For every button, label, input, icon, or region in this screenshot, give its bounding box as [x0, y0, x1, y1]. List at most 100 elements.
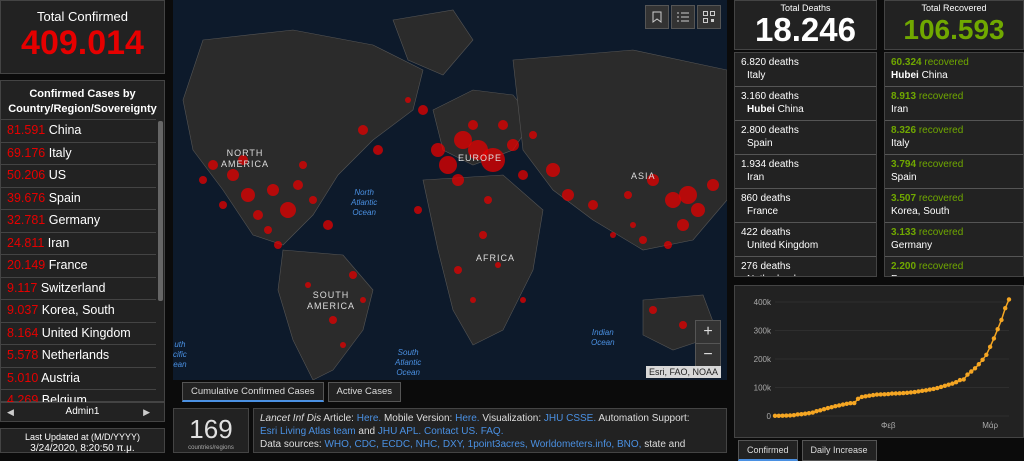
chart-point[interactable] — [776, 413, 781, 419]
chart-point[interactable] — [863, 394, 868, 399]
deaths-item[interactable]: 2.800 deaths Spain — [735, 121, 876, 155]
case-bubble[interactable] — [454, 266, 462, 274]
chart-point[interactable] — [1003, 306, 1008, 311]
case-bubble[interactable] — [274, 241, 282, 249]
recovered-item[interactable]: 3.133 recovered Germany — [885, 223, 1023, 257]
recovered-item[interactable]: 2.200 recovered France — [885, 257, 1023, 276]
chart-point[interactable] — [802, 411, 808, 416]
country-row[interactable]: 9.037 Korea, South — [1, 299, 156, 322]
chart-point[interactable] — [806, 410, 812, 416]
case-bubble[interactable] — [431, 143, 445, 157]
case-bubble[interactable] — [414, 206, 422, 214]
chart-point[interactable] — [833, 403, 838, 409]
chart-point[interactable] — [950, 381, 955, 386]
chart-point[interactable] — [961, 377, 966, 382]
zoom-out-button[interactable]: − — [696, 344, 720, 366]
chart-point[interactable] — [882, 392, 887, 397]
deaths-item[interactable]: 860 deaths France — [735, 189, 876, 223]
case-bubble[interactable] — [358, 125, 368, 135]
case-bubble[interactable] — [484, 196, 492, 204]
chart-point[interactable] — [829, 405, 834, 410]
chart-point[interactable] — [787, 413, 793, 418]
chart-point[interactable] — [893, 391, 898, 396]
bookmark-icon[interactable] — [645, 5, 669, 29]
case-bubble[interactable] — [264, 226, 272, 234]
case-bubble[interactable] — [630, 222, 636, 228]
case-bubble[interactable] — [267, 184, 279, 196]
chart-point[interactable] — [976, 362, 982, 367]
chart-point[interactable] — [844, 401, 849, 407]
case-bubble[interactable] — [479, 231, 487, 239]
chart-point[interactable] — [780, 413, 785, 418]
faq-link[interactable]: FAQ. — [481, 426, 504, 437]
case-bubble[interactable] — [624, 191, 632, 199]
chart-point[interactable] — [848, 401, 853, 406]
tab-cumulative-confirmed[interactable]: Cumulative Confirmed Cases — [182, 382, 324, 402]
case-bubble[interactable] — [470, 297, 476, 303]
case-bubble[interactable] — [360, 297, 366, 303]
qr-icon[interactable] — [697, 5, 721, 29]
chart-point[interactable] — [814, 409, 819, 414]
chart-point[interactable] — [904, 390, 910, 396]
esri-team-link[interactable]: Esri Living Atlas team — [260, 426, 356, 437]
country-row[interactable]: 8.164 United Kingdom — [1, 321, 156, 345]
contact-link[interactable]: Contact US. — [424, 426, 478, 437]
country-row[interactable]: 69.176 Italy — [1, 141, 156, 165]
recovered-item[interactable]: 60.324 recovered Hubei China — [885, 53, 1023, 87]
case-bubble[interactable] — [610, 232, 616, 238]
case-bubble[interactable] — [639, 236, 647, 244]
chart-point[interactable] — [897, 391, 902, 396]
chart-point[interactable] — [942, 383, 948, 389]
case-bubble[interactable] — [293, 180, 303, 190]
recovered-item[interactable]: 3.794 recovered Spain — [885, 155, 1023, 189]
country-row[interactable]: 5.578 Netherlands — [1, 344, 156, 367]
tab-daily-increase[interactable]: Daily Increase — [801, 440, 877, 461]
chart-point[interactable] — [991, 336, 997, 341]
chart-point[interactable] — [836, 403, 842, 408]
country-row[interactable]: 50.206 US — [1, 164, 156, 187]
case-bubble[interactable] — [280, 202, 296, 218]
case-bubble[interactable] — [309, 196, 317, 204]
recovered-item[interactable]: 8.326 recovered Italy — [885, 121, 1023, 155]
deaths-item[interactable]: 276 deaths Netherlands — [735, 257, 876, 276]
case-bubble[interactable] — [546, 163, 560, 177]
case-bubble[interactable] — [649, 306, 657, 314]
deaths-item[interactable]: 6.820 deaths Italy — [735, 53, 876, 87]
article-link[interactable]: Here. — [357, 413, 381, 424]
case-bubble[interactable] — [227, 169, 239, 181]
chart-point[interactable] — [938, 384, 944, 390]
chart-point[interactable] — [889, 391, 895, 396]
case-bubble[interactable] — [329, 316, 337, 324]
country-row[interactable]: 5.010 Austria — [1, 366, 156, 390]
chart-point[interactable] — [972, 366, 978, 371]
chart-point[interactable] — [825, 405, 831, 411]
chart-point[interactable] — [867, 393, 872, 398]
case-bubble[interactable] — [208, 160, 218, 170]
chart-point[interactable] — [855, 396, 861, 401]
chart-point[interactable] — [772, 413, 778, 419]
case-bubble[interactable] — [340, 342, 346, 348]
country-row[interactable]: 32.781 Germany — [1, 209, 156, 232]
chart-point[interactable] — [886, 391, 891, 397]
chart-point[interactable] — [916, 389, 921, 394]
case-bubble[interactable] — [418, 105, 428, 115]
chart-point[interactable] — [810, 410, 815, 415]
case-bubble[interactable] — [588, 200, 598, 210]
chart-point[interactable] — [987, 344, 993, 350]
jhu-apl-link[interactable]: JHU APL. — [378, 426, 421, 437]
chart-point[interactable] — [999, 317, 1004, 323]
case-bubble[interactable] — [468, 120, 478, 130]
chart-point[interactable] — [874, 392, 880, 397]
case-bubble[interactable] — [664, 241, 672, 249]
chart-point[interactable] — [912, 389, 917, 395]
chart-point[interactable] — [870, 392, 876, 398]
chart-point[interactable] — [957, 377, 963, 383]
mobile-link[interactable]: Here. — [455, 413, 479, 424]
case-bubble[interactable] — [562, 189, 574, 201]
chart-point[interactable] — [984, 352, 989, 357]
case-bubble[interactable] — [299, 161, 307, 169]
case-bubble[interactable] — [691, 203, 705, 217]
case-bubble[interactable] — [405, 97, 411, 103]
tab-active-cases[interactable]: Active Cases — [327, 382, 401, 402]
country-row[interactable]: 9.117 Switzerland — [1, 276, 156, 300]
